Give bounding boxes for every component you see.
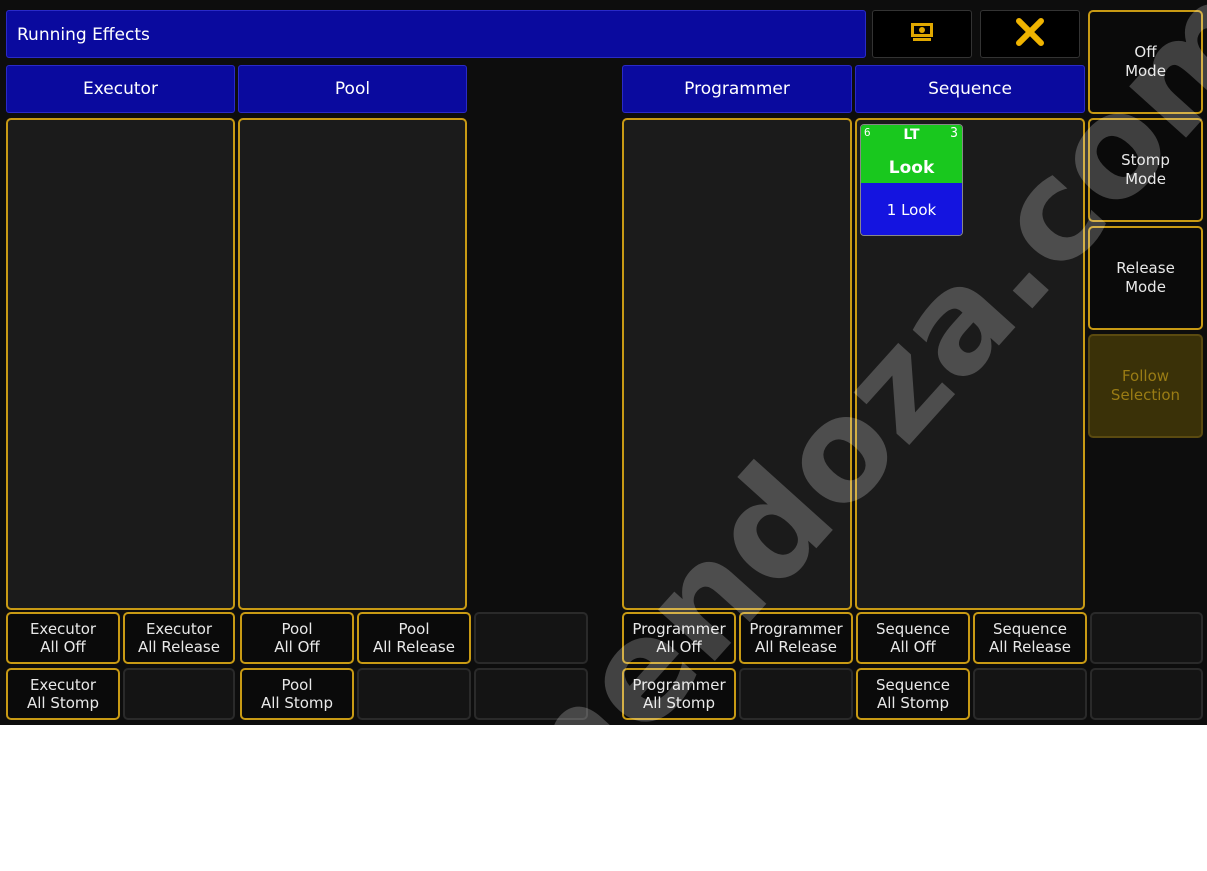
button-line-2: Mode xyxy=(1125,170,1166,188)
button-line-2: All Release xyxy=(373,638,455,656)
button-line-1: Executor xyxy=(29,676,97,694)
empty-button-slot xyxy=(973,668,1087,720)
button-line-2: All Stomp xyxy=(260,694,334,712)
pool-all-off-button[interactable]: Pool All Off xyxy=(240,612,354,664)
pool-all-release-button[interactable]: Pool All Release xyxy=(357,612,471,664)
empty-button-slot xyxy=(474,612,588,664)
button-line-2: All Off xyxy=(656,638,702,656)
column-header-label: Sequence xyxy=(928,79,1012,99)
sequence-all-release-button[interactable]: Sequence All Release xyxy=(973,612,1087,664)
button-line-2: Selection xyxy=(1110,386,1181,404)
column-header-label: Pool xyxy=(334,79,371,99)
programmer-all-release-button[interactable]: Programmer All Release xyxy=(739,612,853,664)
effect-right-number: 3 xyxy=(950,126,958,141)
empty-button-slot xyxy=(474,668,588,720)
effect-type: LT xyxy=(903,127,920,143)
effect-name: Look xyxy=(888,158,935,178)
button-line-1: Release xyxy=(1116,259,1175,277)
button-line-1: Sequence xyxy=(876,676,950,694)
empty-button-slot xyxy=(123,668,235,720)
empty-button-slot xyxy=(357,668,471,720)
button-line-2: Mode xyxy=(1125,62,1166,80)
pool-panel[interactable] xyxy=(238,118,467,610)
column-header-label: Programmer xyxy=(684,79,790,99)
button-line-1: Executor xyxy=(29,620,97,638)
sequence-all-off-button[interactable]: Sequence All Off xyxy=(856,612,970,664)
off-mode-button[interactable]: Off Mode xyxy=(1088,10,1203,114)
empty-button-slot xyxy=(1090,668,1203,720)
window-title: Running Effects xyxy=(6,10,866,58)
button-line-1: Programmer xyxy=(632,620,726,638)
screen-select-button[interactable] xyxy=(872,10,972,58)
executor-panel[interactable] xyxy=(6,118,235,610)
column-header-executor: Executor xyxy=(6,65,235,113)
executor-all-stomp-button[interactable]: Executor All Stomp xyxy=(6,668,120,720)
pool-all-stomp-button[interactable]: Pool All Stomp xyxy=(240,668,354,720)
button-line-1: Off xyxy=(1134,43,1157,61)
button-line-1: Pool xyxy=(398,620,430,638)
close-button[interactable] xyxy=(980,10,1080,58)
button-line-2: Mode xyxy=(1125,278,1166,296)
button-line-1: Programmer xyxy=(632,676,726,694)
button-line-1: Pool xyxy=(281,620,313,638)
button-line-1: Sequence xyxy=(876,620,950,638)
screen-icon xyxy=(909,21,935,47)
empty-button-slot xyxy=(739,668,853,720)
column-header-pool: Pool xyxy=(238,65,467,113)
programmer-panel[interactable] xyxy=(622,118,852,610)
button-line-1: Pool xyxy=(281,676,313,694)
programmer-all-stomp-button[interactable]: Programmer All Stomp xyxy=(622,668,736,720)
button-line-2: All Stomp xyxy=(876,694,950,712)
column-header-label: Executor xyxy=(83,79,158,99)
release-mode-button[interactable]: Release Mode xyxy=(1088,226,1203,330)
button-line-2: All Off xyxy=(40,638,86,656)
stomp-mode-button[interactable]: Stomp Mode xyxy=(1088,118,1203,222)
button-line-2: All Off xyxy=(890,638,936,656)
button-line-2: All Release xyxy=(138,638,220,656)
button-line-1: Executor xyxy=(145,620,213,638)
close-icon xyxy=(1015,17,1045,51)
follow-selection-button[interactable]: Follow Selection xyxy=(1088,334,1203,438)
button-line-1: Follow xyxy=(1121,367,1170,385)
button-line-1: Sequence xyxy=(993,620,1067,638)
running-effect-tile[interactable]: 6 LT 3 Look 1 Look xyxy=(860,124,963,236)
button-line-1: Stomp xyxy=(1121,151,1170,169)
button-line-2: All Stomp xyxy=(26,694,100,712)
executor-all-release-button[interactable]: Executor All Release xyxy=(123,612,235,664)
empty-button-slot xyxy=(1090,612,1203,664)
button-line-2: All Release xyxy=(755,638,837,656)
column-header-programmer: Programmer xyxy=(622,65,852,113)
sequence-all-stomp-button[interactable]: Sequence All Stomp xyxy=(856,668,970,720)
button-line-2: All Stomp xyxy=(642,694,716,712)
programmer-all-off-button[interactable]: Programmer All Off xyxy=(622,612,736,664)
effect-sequence-label: 1 Look xyxy=(861,183,962,235)
button-line-2: All Off xyxy=(274,638,320,656)
column-header-sequence: Sequence xyxy=(855,65,1085,113)
running-effects-window: Running Effects Executor Pool Programmer… xyxy=(0,0,1207,871)
button-line-2: All Release xyxy=(989,638,1071,656)
button-line-1: Programmer xyxy=(749,620,843,638)
effect-tile-top: 6 LT 3 Look xyxy=(861,125,962,183)
executor-all-off-button[interactable]: Executor All Off xyxy=(6,612,120,664)
